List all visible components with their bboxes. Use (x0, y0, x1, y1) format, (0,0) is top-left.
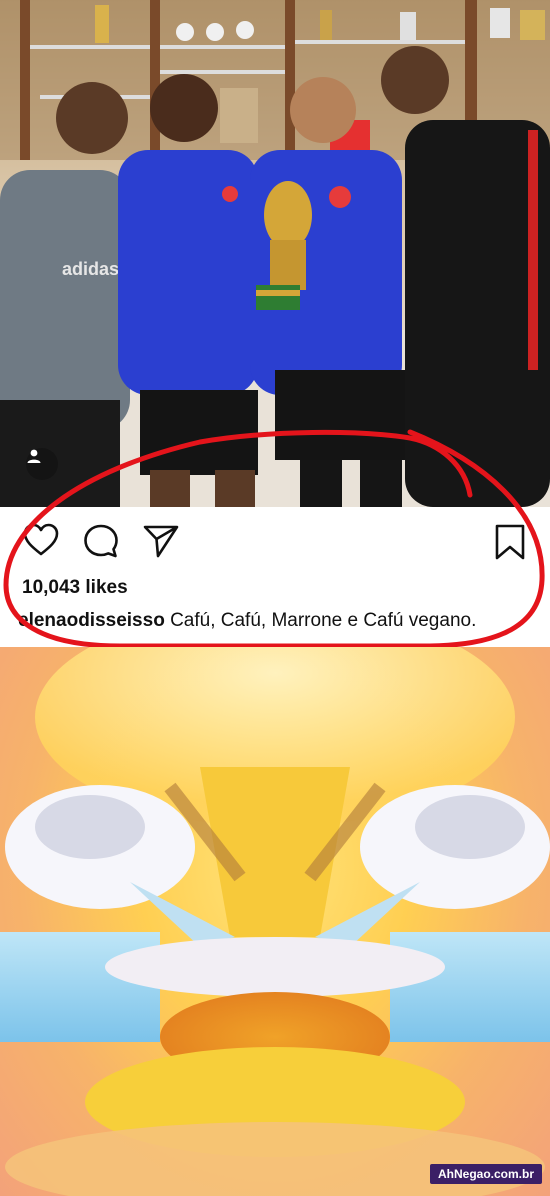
post-actions: 10,043 likes elenaodisseisso Cafú, Cafú,… (0, 507, 550, 647)
tagged-users-button[interactable] (26, 448, 58, 480)
user-icon (27, 449, 41, 463)
caption-username[interactable]: elenaodisseisso (18, 610, 165, 631)
post-caption: elenaodisseisso Cafú, Cafú, Marrone e Ca… (18, 610, 550, 632)
svg-text:adidas: adidas (62, 259, 119, 279)
photo-scene: adidas (0, 0, 550, 507)
share-icon[interactable] (142, 523, 180, 559)
comment-icon[interactable] (82, 523, 120, 559)
caption-text: Cafú, Cafú, Marrone e Cafú vegano. (164, 610, 477, 631)
flower-shapes (0, 647, 550, 1196)
heart-icon[interactable] (22, 523, 60, 557)
post-photo[interactable]: adidas (0, 0, 550, 507)
likes-count[interactable]: 10,043 likes (22, 577, 128, 599)
site-watermark: AhNegao.com.br (429, 1164, 542, 1184)
bookmark-icon[interactable] (494, 523, 526, 561)
distorted-flower-image: AhNegao.com.br (0, 647, 550, 1196)
